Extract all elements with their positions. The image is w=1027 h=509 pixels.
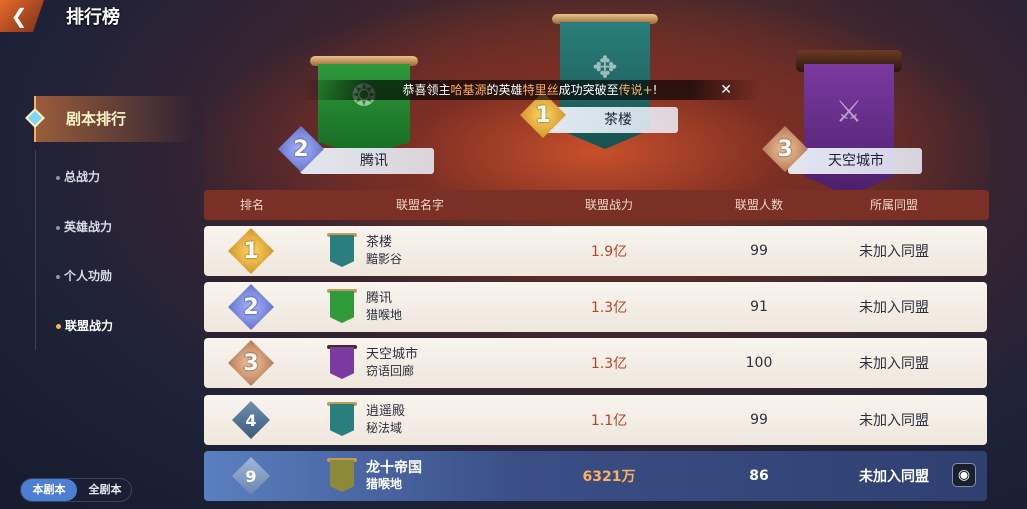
- alliance-flag-icon: [330, 235, 354, 267]
- alliance-flag-icon: [330, 404, 354, 436]
- rank-1-medal-icon: 1: [228, 228, 274, 274]
- col-header-rank: 排名: [239, 198, 264, 212]
- col-header-power: 联盟战力: [584, 198, 633, 212]
- alliance-affiliation: 未加入同盟: [859, 356, 929, 372]
- alliance-members: 86: [749, 468, 769, 484]
- back-arrow-icon: ❮: [10, 4, 28, 28]
- alliance-power: 6321万: [582, 469, 636, 485]
- col-header-name: 联盟名字: [395, 198, 444, 212]
- dot-icon: [56, 324, 61, 329]
- alliance-flag-icon: [330, 291, 354, 323]
- nav-item-total-power[interactable]: 总战力: [56, 168, 100, 185]
- rank-4-badge-icon: 4: [232, 401, 270, 439]
- side-nav: 剧本排行 总战力 英雄战力 个人功勋 联盟战力: [0, 80, 200, 380]
- alliance-affiliation: 未加入同盟: [859, 469, 929, 485]
- banner-rank-3: ⚔: [796, 50, 902, 196]
- toggle-all-scripts[interactable]: 全剧本: [77, 479, 133, 501]
- alliance-members: 99: [750, 412, 768, 428]
- table-row[interactable]: 3 天空城市 窃语回廊 1.3亿 100 未加入同盟: [204, 338, 987, 388]
- nav-main-ranking[interactable]: 剧本排行: [25, 96, 194, 142]
- alliance-name: 逍遥殿 秘法域: [366, 404, 406, 435]
- nav-main-label: 剧本排行: [66, 110, 127, 128]
- alliance-flag-icon: [330, 460, 354, 492]
- table-row[interactable]: 1 茶楼 黯影谷 1.9亿 99 未加入同盟: [204, 226, 987, 276]
- table-header: 排名 联盟名字 联盟战力 联盟人数 所属同盟: [204, 190, 989, 220]
- alliance-members: 99: [750, 243, 768, 259]
- rank-2-medal-icon: 2: [228, 284, 274, 330]
- nav-item-personal-merit[interactable]: 个人功勋: [56, 267, 112, 284]
- col-header-members: 联盟人数: [734, 198, 783, 212]
- rank-9-badge-icon: 9: [232, 457, 270, 495]
- alliance-members: 91: [750, 299, 768, 315]
- emblem-icon: ⚔: [835, 94, 863, 130]
- alliance-name: 腾讯 猎喉地: [366, 291, 403, 322]
- alliance-power: 1.3亿: [590, 356, 628, 372]
- alliance-affiliation: 未加入同盟: [859, 244, 929, 260]
- alliance-power: 1.3亿: [590, 300, 628, 316]
- scope-toggle[interactable]: 本剧本 全剧本: [20, 478, 132, 502]
- alliance-affiliation: 未加入同盟: [859, 413, 929, 429]
- podium-name-rank-3: 天空城市: [788, 148, 922, 174]
- dot-icon: [56, 274, 60, 279]
- table-row[interactable]: 2 腾讯 猎喉地 1.3亿 91 未加入同盟: [204, 282, 987, 332]
- my-alliance-row[interactable]: 9 龙十帝国 猎喉地 6321万 86 未加入同盟 ◉: [204, 451, 987, 501]
- alliance-name: 龙十帝国 猎喉地: [366, 460, 422, 491]
- close-icon[interactable]: ✕: [720, 80, 732, 100]
- table-row[interactable]: 4 逍遥殿 秘法域 1.1亿 99 未加入同盟: [204, 395, 987, 445]
- col-header-affiliation: 所属同盟: [869, 198, 918, 212]
- nav-item-alliance-power[interactable]: 联盟战力: [56, 317, 113, 334]
- alliance-info-icon[interactable]: ◉: [952, 463, 976, 487]
- alliance-name: 茶楼 黯影谷: [366, 235, 403, 266]
- alliance-flag-icon: [330, 347, 354, 379]
- broadcast-notice: 恭喜领主哈基源的英雄特里丝成功突破至传说+! ✕: [300, 80, 760, 100]
- alliance-power: 1.9亿: [590, 244, 628, 260]
- nav-item-hero-power[interactable]: 英雄战力: [56, 218, 112, 235]
- alliance-affiliation: 未加入同盟: [859, 300, 929, 316]
- alliance-power: 1.1亿: [590, 413, 628, 429]
- dot-icon: [56, 225, 60, 230]
- page-title: 排行榜: [66, 7, 120, 28]
- alliance-members: 100: [745, 355, 773, 371]
- toggle-current-script[interactable]: 本剧本: [21, 479, 77, 501]
- dot-icon: [56, 175, 60, 180]
- rank-3-medal-icon: 3: [228, 340, 274, 386]
- alliance-name: 天空城市 窃语回廊: [366, 347, 419, 378]
- nav-divider: [35, 150, 36, 350]
- banner-rank-2: ❂: [310, 56, 418, 156]
- back-button[interactable]: ❮: [0, 0, 44, 32]
- diamond-icon: [25, 108, 45, 128]
- podium-name-rank-1: 茶楼: [544, 107, 678, 133]
